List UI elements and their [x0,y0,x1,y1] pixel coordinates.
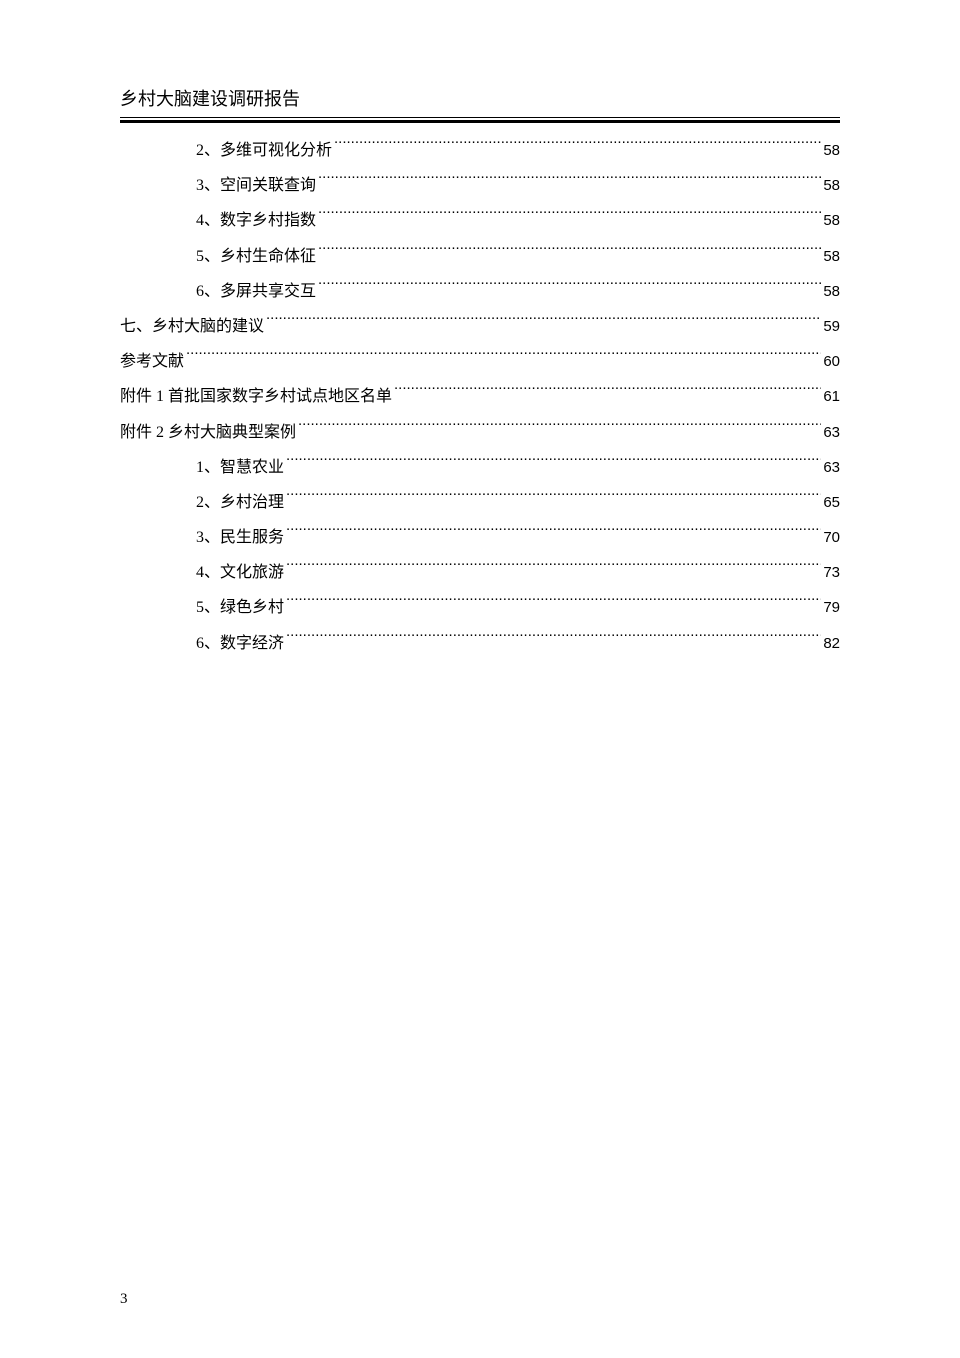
toc-entry: 5、乡村生命体征 58 [120,239,840,274]
toc-entry: 2、乡村治理 65 [120,485,840,520]
toc-page: 60 [823,345,840,378]
toc-page: 70 [823,521,840,554]
toc-dots [286,526,821,542]
toc-dots [186,350,821,366]
toc-label: 5、乡村生命体征 [196,239,316,274]
toc-page: 58 [823,134,840,167]
toc-dots [286,596,821,612]
toc-label: 3、空间关联查询 [196,168,316,203]
toc-dots [266,315,821,331]
toc-dots [394,385,821,401]
toc-entry: 3、民生服务 70 [120,520,840,555]
toc-page: 58 [823,169,840,202]
toc-entry: 5、绿色乡村 79 [120,590,840,625]
toc-label: 5、绿色乡村 [196,590,284,625]
toc-dots [286,561,821,577]
toc-entry: 3、空间关联查询 58 [120,168,840,203]
toc-page: 82 [823,627,840,660]
toc-page: 73 [823,556,840,589]
toc-label: 4、数字乡村指数 [196,203,316,238]
toc-entry: 2、多维可视化分析 58 [120,133,840,168]
toc-page: 58 [823,204,840,237]
header-divider [120,117,840,121]
toc-entry: 参考文献 60 [120,344,840,379]
toc-label: 1、智慧农业 [196,450,284,485]
toc-entry: 4、数字乡村指数 58 [120,203,840,238]
toc-entry: 附件 1 首批国家数字乡村试点地区名单 61 [120,379,840,414]
toc-dots [318,280,821,296]
toc-entry: 4、文化旅游 73 [120,555,840,590]
toc-page: 79 [823,591,840,624]
toc-page: 61 [823,380,840,413]
toc-page: 58 [823,275,840,308]
toc-dots [286,632,821,648]
toc-label: 参考文献 [120,344,184,379]
toc-entry: 附件 2 乡村大脑典型案例 63 [120,415,840,450]
toc-label: 附件 2 乡村大脑典型案例 [120,415,296,450]
toc-label: 附件 1 首批国家数字乡村试点地区名单 [120,379,392,414]
toc-label: 6、数字经济 [196,626,284,661]
table-of-contents: 2、多维可视化分析 58 3、空间关联查询 58 4、数字乡村指数 58 5、乡… [120,133,840,661]
toc-dots [286,456,821,472]
header-title: 乡村大脑建设调研报告 [120,85,840,117]
toc-label: 3、民生服务 [196,520,284,555]
toc-page: 59 [823,310,840,343]
toc-entry: 七、乡村大脑的建议 59 [120,309,840,344]
toc-label: 6、多屏共享交互 [196,274,316,309]
toc-label: 2、多维可视化分析 [196,133,332,168]
toc-entry: 6、数字经济 82 [120,626,840,661]
document-header: 乡村大脑建设调研报告 [120,85,840,121]
toc-label: 4、文化旅游 [196,555,284,590]
toc-page: 63 [823,416,840,449]
toc-dots [318,209,821,225]
toc-dots [318,245,821,261]
toc-page: 63 [823,451,840,484]
toc-dots [298,421,821,437]
toc-label: 七、乡村大脑的建议 [120,309,264,344]
toc-dots [286,491,821,507]
toc-page: 58 [823,240,840,273]
page-number: 3 [120,1291,128,1308]
toc-entry: 1、智慧农业 63 [120,450,840,485]
toc-dots [334,139,821,155]
toc-entry: 6、多屏共享交互 58 [120,274,840,309]
toc-label: 2、乡村治理 [196,485,284,520]
toc-page: 65 [823,486,840,519]
toc-dots [318,174,821,190]
